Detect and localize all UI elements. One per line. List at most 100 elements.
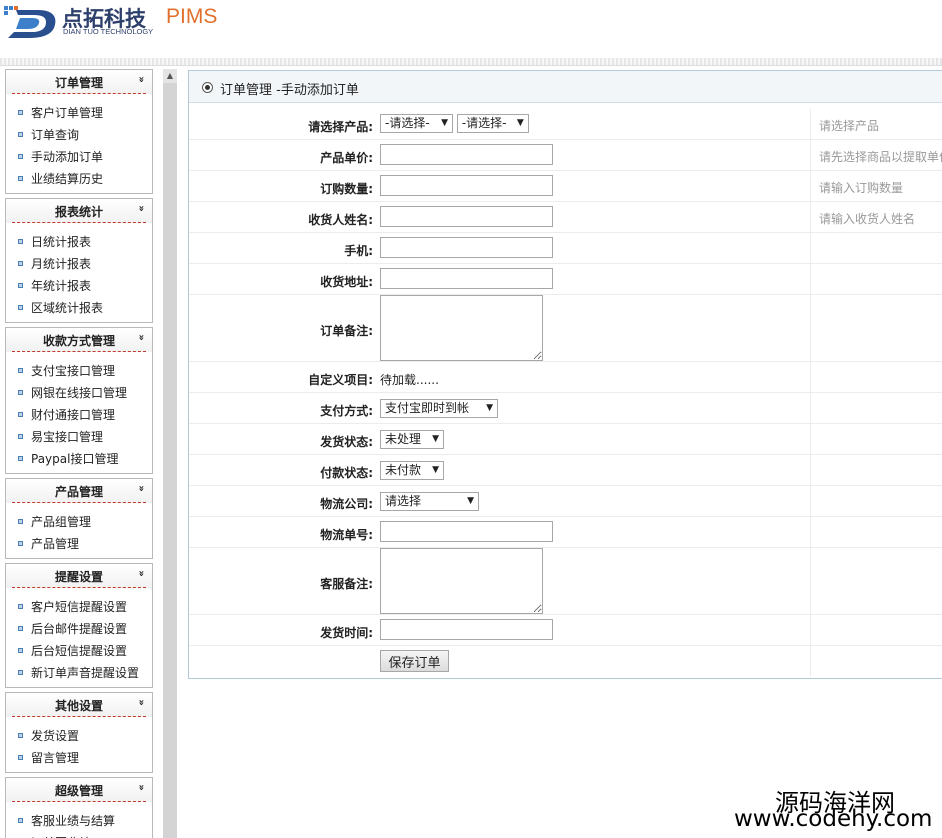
double-chevron-down-icon[interactable]: » — [135, 485, 146, 491]
sidebar-item[interactable]: 产品组管理 — [6, 511, 152, 533]
sidebar-item[interactable]: 客户短信提醒设置 — [6, 596, 152, 618]
menu-group-header[interactable]: 超级管理 » — [6, 778, 152, 803]
menu-group-divider — [12, 716, 146, 717]
sidebar-item[interactable]: 业绩结算历史 — [6, 168, 152, 190]
sidebar-item[interactable]: 留言管理 — [6, 747, 152, 769]
sidebar-item-label: 业绩结算历史 — [31, 172, 104, 186]
address-input[interactable] — [380, 268, 553, 289]
sidebar-item[interactable]: 财付通接口管理 — [6, 404, 152, 426]
sidebar-item-label: 支付宝接口管理 — [31, 364, 116, 378]
sidebar-item-label: 后台邮件提醒设置 — [31, 622, 128, 636]
square-bullet-icon — [18, 733, 23, 738]
sidebar-item[interactable]: 产品管理 — [6, 533, 152, 555]
menu-group-divider — [12, 93, 146, 94]
receiver-name-input[interactable] — [380, 206, 553, 227]
payment-method-hint-cell — [810, 393, 942, 423]
menu-group: 其他设置 » 发货设置留言管理 — [5, 692, 153, 773]
logistics-company-select[interactable]: 请选择 ▼ — [380, 492, 479, 511]
service-note-label: 客服备注: — [320, 577, 373, 591]
menu-group-header[interactable]: 其他设置 » — [6, 693, 152, 718]
square-bullet-icon — [18, 519, 23, 524]
menu-group-header[interactable]: 产品管理 » — [6, 479, 152, 504]
square-bullet-icon — [18, 154, 23, 159]
scroll-up-arrow-icon[interactable]: ▲ — [163, 69, 177, 83]
product-hint: 请选择产品 — [810, 109, 942, 139]
square-bullet-icon — [18, 648, 23, 653]
double-chevron-down-icon[interactable]: » — [135, 205, 146, 211]
page-title: 订单管理 -手动添加订单 — [220, 83, 359, 98]
sidebar-item[interactable]: 易宝接口管理 — [6, 426, 152, 448]
dropdown-arrow-icon: ▼ — [441, 118, 448, 128]
menu-group-divider — [12, 222, 146, 223]
price-label: 产品单价: — [320, 151, 373, 165]
product-group-select-value: -请选择- — [385, 116, 430, 130]
menu-group-title: 超级管理 — [54, 784, 103, 798]
sidebar-item[interactable]: 后台短信提醒设置 — [6, 640, 152, 662]
sidebar-item[interactable]: 网银在线接口管理 — [6, 382, 152, 404]
sidebar-item[interactable]: 客户订单管理 — [6, 102, 152, 124]
ship-status-select[interactable]: 未处理 ▼ — [380, 430, 444, 449]
double-chevron-down-icon[interactable]: » — [135, 76, 146, 82]
menu-group-title: 收款方式管理 — [42, 334, 115, 348]
square-bullet-icon — [18, 390, 23, 395]
sidebar-scrollbar[interactable]: ▲ — [163, 69, 177, 838]
sidebar-item[interactable]: 支付宝接口管理 — [6, 360, 152, 382]
logo-subtitle: DIAN TUO TECHNOLOGY — [63, 27, 154, 36]
sidebar-item[interactable]: 手动添加订单 — [6, 146, 152, 168]
menu-item-list: 客户短信提醒设置后台邮件提醒设置后台短信提醒设置 新订单声音提醒设置 — [6, 589, 152, 687]
sidebar-item[interactable]: 日统计报表 — [6, 231, 152, 253]
sidebar-item[interactable]: 订单回收站 — [6, 832, 152, 838]
menu-group-header[interactable]: 订单管理 » — [6, 70, 152, 95]
sidebar-item-label: 年统计报表 — [31, 279, 92, 293]
menu-item-list: 支付宝接口管理网银在线接口管理财付通接口管理易宝接口管理 Paypal接口管理 — [6, 353, 152, 473]
menu-group-header[interactable]: 报表统计 » — [6, 199, 152, 224]
sidebar-item[interactable]: 客服业绩与结算 — [6, 810, 152, 832]
quantity-input[interactable] — [380, 175, 553, 196]
logistics-company-value: 请选择 — [385, 494, 422, 508]
sidebar-item[interactable]: 年统计报表 — [6, 275, 152, 297]
order-note-textarea[interactable] — [380, 295, 543, 361]
double-chevron-down-icon[interactable]: » — [135, 334, 146, 340]
form-row-receiver-name: 收货人姓名: 请输入收货人姓名 — [189, 202, 942, 233]
phone-input[interactable] — [380, 237, 553, 258]
service-note-textarea[interactable] — [380, 548, 543, 614]
sidebar-item-label: 产品管理 — [31, 537, 80, 551]
payment-method-value: 支付宝即时到帐 — [385, 401, 470, 415]
save-order-button[interactable]: 保存订单 — [380, 650, 449, 672]
tracking-no-input[interactable] — [380, 521, 553, 542]
sidebar-item[interactable]: 区域统计报表 — [6, 297, 152, 319]
price-input[interactable] — [380, 144, 553, 165]
menu-item-list: 客户订单管理 订单查询 手动添加订单业绩结算历史 — [6, 95, 152, 193]
sidebar-item[interactable]: 发货设置 — [6, 725, 152, 747]
custom-hint-cell — [810, 362, 942, 392]
ship-status-value: 未处理 — [385, 432, 422, 446]
square-bullet-icon — [18, 412, 23, 417]
double-chevron-down-icon[interactable]: » — [135, 784, 146, 790]
square-bullet-icon — [18, 239, 23, 244]
pay-status-select[interactable]: 未付款 ▼ — [380, 461, 444, 480]
receiver-name-hint: 请输入收货人姓名 — [810, 202, 942, 232]
sidebar-item[interactable]: 后台邮件提醒设置 — [6, 618, 152, 640]
product-group-select[interactable]: -请选择- ▼ — [380, 114, 453, 133]
product-select[interactable]: -请选择- ▼ — [456, 114, 529, 133]
main-panel: 订单管理 -手动添加订单 请选择产品: -请选择- ▼ -请选择- ▼ 请选择产品 … — [188, 70, 942, 679]
receiver-name-label: 收货人姓名: — [308, 213, 373, 227]
double-chevron-down-icon[interactable]: » — [135, 699, 146, 705]
sidebar-item-label: 财付通接口管理 — [31, 408, 116, 422]
double-chevron-down-icon[interactable]: » — [135, 570, 146, 576]
sidebar-item[interactable]: Paypal接口管理 — [6, 448, 152, 470]
payment-method-select[interactable]: 支付宝即时到帐 ▼ — [380, 399, 498, 418]
sidebar-item[interactable]: 新订单声音提醒设置 — [6, 662, 152, 684]
menu-group-header[interactable]: 收款方式管理 » — [6, 328, 152, 353]
sidebar-item-label: 发货设置 — [31, 729, 80, 743]
ship-time-input[interactable] — [380, 619, 553, 640]
sidebar-item[interactable]: 订单查询 — [6, 124, 152, 146]
order-note-hint-cell — [810, 295, 942, 361]
menu-group-divider — [12, 801, 146, 802]
menu-group-header[interactable]: 提醒设置 » — [6, 564, 152, 589]
sidebar-item[interactable]: 月统计报表 — [6, 253, 152, 275]
menu-group: 报表统计 » 日统计报表 月统计报表年统计报表区域统计报表 — [5, 198, 153, 323]
form-row-pay-status: 付款状态: 未付款 ▼ — [189, 455, 942, 486]
custom-loading-text: 待加载...... — [380, 373, 439, 387]
logistics-company-hint-cell — [810, 486, 942, 516]
